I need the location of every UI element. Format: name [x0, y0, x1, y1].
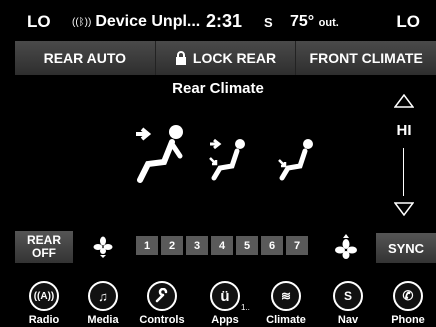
lock-rear-button[interactable]: LOCK REAR [155, 41, 297, 75]
sync-button[interactable]: SYNC [376, 233, 436, 263]
fan-level: HI [396, 122, 412, 139]
compass-icon: S [333, 281, 363, 311]
status-bar: LO ((ᛒ)) Device Unpl... 2:31 S 75° out. … [0, 0, 436, 40]
mode-floor-icon[interactable] [278, 136, 318, 182]
device-name: Device Unpl... [95, 13, 201, 30]
bluetooth-icon: ((ᛒ)) [72, 16, 92, 28]
speed-3[interactable]: 3 [186, 236, 208, 255]
nav-nav[interactable]: S Nav [318, 279, 378, 326]
fan-down-icon[interactable] [394, 202, 414, 216]
device-status: ((ᛒ)) Device Unpl... [72, 13, 200, 31]
speed-2[interactable]: 2 [161, 236, 183, 255]
clock: 2:31 [206, 11, 243, 31]
radio-icon: ((A)) [29, 281, 59, 311]
fan-up-speed-icon[interactable] [335, 234, 357, 260]
seat-indicator: S [264, 15, 273, 30]
music-icon: ♫ [88, 281, 118, 311]
fan-control: HI [389, 94, 419, 220]
nav-media[interactable]: ♫ Media [73, 279, 133, 326]
phone-icon: ✆ [393, 281, 423, 311]
fan-up-icon[interactable] [394, 94, 414, 108]
fan-speed-selector: 1 2 3 4 5 6 7 [136, 236, 308, 255]
climate-tabs: REAR AUTO LOCK REAR FRONT CLIMATE [15, 41, 436, 75]
fan-track[interactable] [403, 148, 404, 196]
lock-icon [175, 51, 186, 65]
speed-5[interactable]: 5 [236, 236, 258, 255]
mode-panel-icon[interactable] [134, 122, 190, 184]
speed-1[interactable]: 1 [136, 236, 158, 255]
nav-controls[interactable]: Controls [132, 279, 192, 326]
apps-badge: 1.. [241, 303, 250, 312]
bottom-nav: ((A)) Radio ♫ Media Controls ü Apps 1.. … [0, 279, 436, 327]
airflow-modes [128, 118, 328, 188]
driver-temp: LO [27, 12, 51, 31]
uconnect-icon: ü [210, 281, 240, 311]
front-climate-button[interactable]: FRONT CLIMATE [296, 41, 436, 75]
page-title: Rear Climate [172, 80, 264, 97]
mode-bilevel-icon[interactable] [208, 136, 252, 182]
rear-auto-button[interactable]: REAR AUTO [15, 41, 156, 75]
climate-icon: ≋ [271, 281, 301, 311]
wrench-icon [147, 281, 177, 311]
nav-radio[interactable]: ((A)) Radio [14, 279, 74, 326]
speed-4[interactable]: 4 [211, 236, 233, 255]
nav-climate[interactable]: ≋ Climate [256, 279, 316, 326]
nav-phone[interactable]: ✆ Phone [378, 279, 436, 326]
rear-off-button[interactable]: REAR OFF [15, 231, 73, 263]
speed-6[interactable]: 6 [261, 236, 283, 255]
passenger-temp: LO [396, 12, 420, 31]
nav-apps[interactable]: ü Apps 1.. [195, 279, 255, 326]
outside-temp: 75° out. [290, 13, 339, 30]
speed-7[interactable]: 7 [286, 236, 308, 255]
fan-down-speed-icon[interactable] [93, 236, 113, 258]
